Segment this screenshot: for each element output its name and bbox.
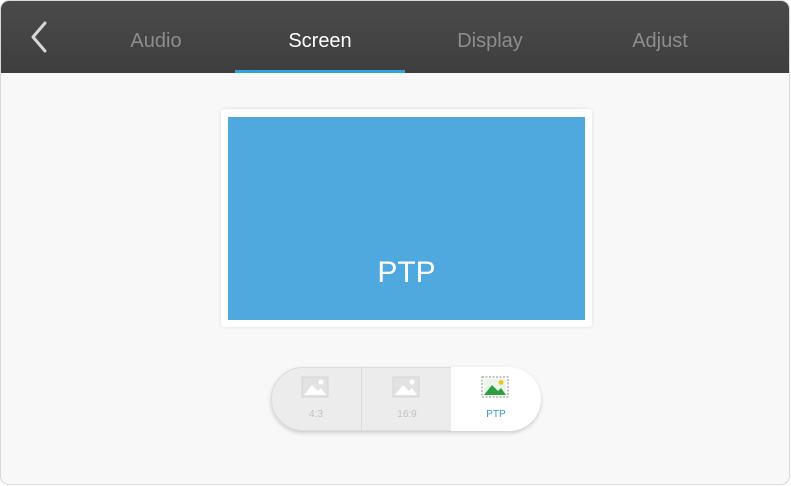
chevron-left-icon <box>31 21 47 53</box>
back-button[interactable] <box>23 19 59 55</box>
tab-display[interactable]: Display <box>435 1 545 73</box>
preview-mode-label: PTP <box>377 256 436 289</box>
aspect-option-label: 4:3 <box>309 409 323 420</box>
aspect-option-16-9[interactable]: 16:9 <box>361 367 452 431</box>
tab-display-label: Display <box>457 30 523 52</box>
screen-preview-card: PTP <box>221 109 592 327</box>
tab-screen[interactable]: Screen <box>235 1 405 73</box>
aspect-option-label: PTP <box>486 409 506 420</box>
top-navigation-bar: Audio Screen Display Adjust <box>1 1 789 73</box>
aspect-option-4-3[interactable]: 4:3 <box>271 367 361 431</box>
active-tab-indicator <box>235 70 405 73</box>
tab-adjust-label: Adjust <box>632 30 688 52</box>
image-icon <box>481 376 509 398</box>
tab-audio[interactable]: Audio <box>101 1 211 73</box>
tab-screen-label: Screen <box>288 30 352 52</box>
tab-adjust[interactable]: Adjust <box>605 1 715 73</box>
screen-preview: PTP <box>228 117 585 320</box>
image-icon <box>392 376 420 398</box>
aspect-ratio-selector: 4:3 16:9 PTP <box>271 367 541 431</box>
tab-audio-label: Audio <box>130 30 182 52</box>
settings-window: Audio Screen Display Adjust PTP 4:3 16:9… <box>1 1 789 484</box>
aspect-option-ptp[interactable]: PTP <box>451 367 541 431</box>
aspect-option-label: 16:9 <box>397 409 417 420</box>
image-icon <box>301 376 329 398</box>
